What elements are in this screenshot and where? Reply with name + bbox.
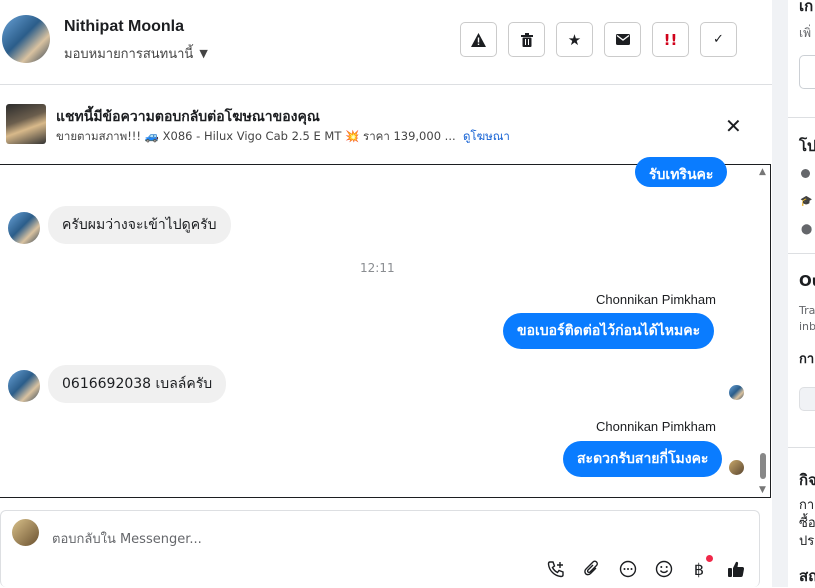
sender-name: Chonnikan Pimkham <box>596 419 716 434</box>
message-text: รับเทรินคะ <box>649 167 714 183</box>
mail-icon <box>615 34 630 45</box>
chat-scrollbar[interactable] <box>756 166 770 496</box>
outgoing-message[interactable]: ขอเบอร์ติดต่อไว้ก่อนได้ไหมคะ <box>503 313 715 349</box>
ad-description: ขายตามสภาพ!!! 🚙 X086 - Hilux Vigo Cab 2.… <box>56 129 456 143</box>
ad-banner-title: แชทนี้มีข้อความตอบกลับต่อโฆษณาของคุณ <box>56 109 320 125</box>
location-icon: ⬤ <box>801 224 813 235</box>
contact-avatar[interactable] <box>2 15 50 63</box>
reply-input[interactable]: ตอบกลับใน Messenger... <box>52 528 202 549</box>
panel-text: เพิ่ <box>799 26 812 40</box>
message-text: ครับผมว่างจะเข้าไปดูครับ <box>62 217 217 233</box>
sender-name: Chonnikan Pimkham <box>596 292 716 307</box>
incoming-message[interactable]: 0616692038 เบลล์ครับ <box>48 365 227 403</box>
divider <box>788 117 815 118</box>
check-icon: ✓ <box>713 32 724 47</box>
education-icon: 🎓 <box>800 196 813 207</box>
scroll-up-icon[interactable]: ▲ <box>759 167 766 177</box>
assign-conversation-dropdown[interactable]: มอบหมายการสนทนานี้ ▼ <box>64 43 208 64</box>
caret-down-icon: ▼ <box>199 47 208 60</box>
panel-heading: กิจ <box>799 471 815 489</box>
star-button[interactable]: ★ <box>556 22 593 57</box>
message-text: ขอเบอร์ติดต่อไว้ก่อนได้ไหมคะ <box>517 323 701 339</box>
seen-avatar <box>729 460 744 475</box>
assign-label: มอบหมายการสนทนานี้ <box>64 47 194 62</box>
report-button[interactable] <box>460 22 497 57</box>
panel-button[interactable] <box>799 387 815 411</box>
message-text: 0616692038 เบลล์ครับ <box>62 376 213 392</box>
important-icon: !! <box>663 30 678 49</box>
trash-icon <box>520 32 533 47</box>
close-icon[interactable]: ✕ <box>725 114 742 138</box>
notification-dot <box>706 555 713 562</box>
thumbs-up-icon[interactable] <box>725 558 747 580</box>
contact-name[interactable]: Nithipat Moonla <box>64 18 184 36</box>
divider <box>788 253 815 254</box>
emoji-icon[interactable] <box>653 558 675 580</box>
delete-button[interactable] <box>508 22 545 57</box>
panel-heading: โป <box>799 137 815 155</box>
attachment-icon[interactable] <box>581 558 603 580</box>
divider <box>788 447 815 448</box>
panel-heading: เก <box>799 0 814 15</box>
panel-text: กา <box>799 352 815 367</box>
ad-thumbnail <box>6 104 46 144</box>
add-call-icon[interactable] <box>545 558 567 580</box>
contact-avatar-small <box>8 370 40 402</box>
outgoing-message[interactable]: รับเทรินคะ <box>635 157 728 187</box>
saved-reply-icon[interactable] <box>617 558 639 580</box>
message-text: สะดวกรับสายกี่โมงคะ <box>577 451 709 467</box>
panel-heading: Ou <box>799 272 815 290</box>
done-button[interactable]: ✓ <box>700 22 737 57</box>
incoming-message[interactable]: ครับผมว่างจะเข้าไปดูครับ <box>48 206 231 244</box>
message-timestamp: 12:11 <box>360 261 395 275</box>
clock-icon <box>801 169 810 178</box>
scrollbar-thumb[interactable] <box>760 453 766 479</box>
read-receipt-avatar <box>729 385 744 400</box>
panel-input[interactable] <box>799 55 815 89</box>
important-button[interactable]: !! <box>652 22 689 57</box>
star-icon: ★ <box>567 30 582 49</box>
panel-text: inb <box>799 320 815 333</box>
panel-heading: สถ <box>799 567 815 585</box>
scroll-down-icon[interactable]: ▼ <box>759 485 766 495</box>
contact-avatar-small <box>8 212 40 244</box>
outgoing-message[interactable]: สะดวกรับสายกี่โมงคะ <box>563 441 723 477</box>
view-ad-link[interactable]: ดูโฆษณา <box>463 129 510 143</box>
panel-text: ประ <box>799 534 815 549</box>
agent-avatar <box>12 519 39 546</box>
mail-button[interactable] <box>604 22 641 57</box>
ad-banner-subtitle: ขายตามสภาพ!!! 🚙 X086 - Hilux Vigo Cab 2.… <box>56 128 510 146</box>
warning-icon <box>471 32 486 47</box>
panel-text: Tra <box>799 304 815 317</box>
